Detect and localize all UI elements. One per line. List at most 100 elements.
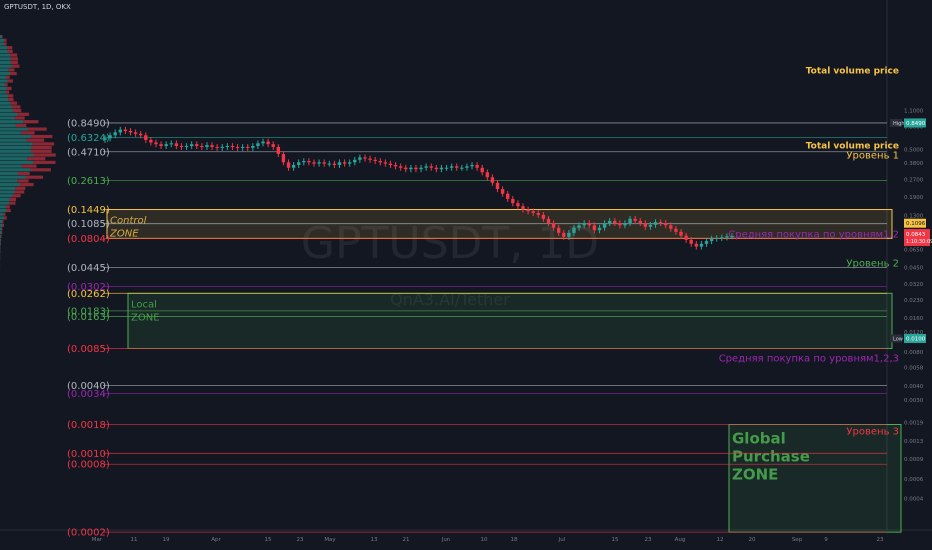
volume-profile-bar <box>0 134 32 139</box>
volume-profile-bar <box>0 223 3 227</box>
zone-box <box>127 292 893 349</box>
volume-profile-bar <box>0 72 10 76</box>
volume-profile-bar <box>0 234 2 238</box>
candle-body <box>302 161 306 163</box>
zone-label: Control <box>110 216 147 227</box>
volume-profile-bar <box>31 134 53 139</box>
level-label: (0.8490) <box>67 118 110 129</box>
candle-body <box>567 232 571 237</box>
candle-body <box>715 238 719 240</box>
candle-body <box>261 141 265 144</box>
volume-profile-bar <box>32 142 55 146</box>
volume-profile-bar <box>8 68 15 72</box>
candle-body <box>546 218 551 224</box>
volume-profile-bar <box>0 57 11 61</box>
candle-body <box>281 154 286 163</box>
volume-profile-bar <box>1 35 3 39</box>
y-tick-label: 0.0230 <box>904 298 924 304</box>
level-label: (0.0002) <box>67 528 110 539</box>
y-tick-label: 0.0013 <box>904 439 924 445</box>
volume-profile-bar <box>6 208 11 213</box>
volume-profile-bar <box>0 168 31 172</box>
volume-profile-bar <box>10 60 18 65</box>
volume-profile-bar <box>0 127 28 131</box>
volume-profile-bar <box>0 60 11 65</box>
volume-profile-bar <box>0 112 18 116</box>
candle-body <box>506 193 510 199</box>
annotation-label: Уровень 2 <box>846 259 899 270</box>
volume-profile-bar <box>3 38 7 42</box>
candle-body <box>276 146 281 155</box>
level-label: (0.0163) <box>67 312 110 323</box>
volume-profile-bar <box>20 183 34 187</box>
volume-profile-bar <box>0 171 18 176</box>
volume-profile-bar <box>0 160 34 164</box>
volume-profile-bar <box>0 79 8 83</box>
candle-body <box>704 241 709 244</box>
candle-body <box>164 144 168 147</box>
candle-body <box>694 243 699 247</box>
price-chart[interactable]: 1.10000.80000.50000.38000.27000.19000.13… <box>0 0 932 550</box>
candle-body <box>572 227 576 233</box>
volume-profile-bar <box>7 49 13 53</box>
volume-profile-bar <box>33 160 56 164</box>
x-tick-label: 9 <box>824 537 828 543</box>
level-label: (0.1449) <box>67 205 110 216</box>
volume-profile-bar <box>31 146 52 150</box>
volume-profile-bar <box>3 42 7 46</box>
x-tick-label: 11 <box>131 537 138 543</box>
volume-profile-bar <box>0 42 4 46</box>
candle-body <box>613 220 617 224</box>
zone-label: ZONE <box>732 466 778 484</box>
volume-profile-bar <box>0 231 2 235</box>
candle-body <box>623 223 627 226</box>
candle-body <box>113 132 117 136</box>
annotation-label: Уровень 1 <box>846 151 899 162</box>
annotation-label: Total volume price <box>806 67 899 77</box>
level-label: (0.2613) <box>67 176 110 187</box>
volume-profile-bar <box>33 153 56 157</box>
candle-body <box>526 209 530 212</box>
candle-body <box>220 146 224 148</box>
candle-body <box>653 222 658 225</box>
volume-profile-bar <box>0 105 13 109</box>
candle-body <box>342 162 347 164</box>
zone-label: ZONE <box>109 229 139 240</box>
volume-profile-bar <box>0 86 7 90</box>
candle-body <box>643 223 648 227</box>
candle-body <box>460 167 464 169</box>
volume-profile-bar <box>30 149 52 153</box>
candle-body <box>251 146 255 148</box>
volume-profile-bar <box>0 146 32 150</box>
volume-profile-bar <box>27 127 47 131</box>
y-tick-label: 0.0004 <box>904 497 924 503</box>
candle-body <box>551 223 556 228</box>
y-tick-label: 0.0040 <box>904 384 924 390</box>
x-tick-label: 23 <box>645 537 652 543</box>
y-tick-label: 0.0019 <box>904 420 924 426</box>
volume-profile-bar <box>8 97 14 102</box>
volume-profile-bar <box>0 49 8 53</box>
volume-profile-bar <box>5 75 10 79</box>
level-label: (0.0018) <box>67 420 110 431</box>
volume-profile-bar <box>0 94 8 98</box>
candle-body <box>368 158 372 160</box>
volume-profile-bar <box>15 123 27 127</box>
volume-profile-bar <box>0 101 11 105</box>
volume-profile-bar <box>12 105 21 109</box>
candle-body <box>240 146 245 148</box>
last-price: 0.0843 <box>906 232 926 238</box>
y-tick-label: 0.0450 <box>904 265 924 271</box>
y-tick-label: 0.1300 <box>904 213 924 219</box>
x-tick-label: Aug <box>675 537 686 543</box>
volume-profile-bar <box>14 190 25 194</box>
volume-profile-bar <box>9 197 17 201</box>
candle-body <box>669 225 673 229</box>
candle-body <box>144 135 148 140</box>
x-tick-label: Apr <box>211 537 221 543</box>
volume-profile-bar <box>0 197 10 201</box>
zone-label: ZONE <box>131 312 160 323</box>
candle-body <box>200 146 204 148</box>
volume-profile-bar <box>0 83 5 87</box>
x-tick-label: Jun <box>441 537 451 543</box>
